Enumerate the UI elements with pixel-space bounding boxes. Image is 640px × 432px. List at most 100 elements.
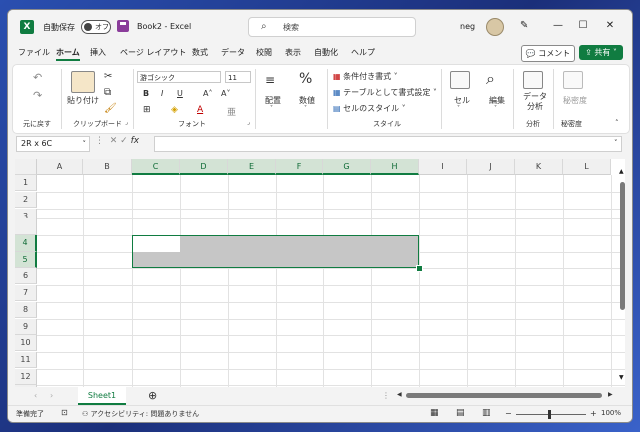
scroll-right-icon[interactable]: ▶	[608, 391, 613, 398]
conditional-format-button[interactable]: ▦ 条件付き書式 ˅	[333, 71, 398, 82]
next-sheet-icon[interactable]: ›	[50, 391, 53, 400]
percent-icon[interactable]: %	[299, 71, 312, 87]
format-painter-icon[interactable]: 🖌	[104, 103, 117, 114]
column-header-a[interactable]: A	[37, 159, 83, 175]
name-box[interactable]: 2R x 6C ˅	[16, 136, 90, 152]
row-header-7[interactable]: 7	[15, 285, 37, 301]
column-header-i[interactable]: I	[419, 159, 467, 175]
alignment-label[interactable]: 配置	[265, 95, 281, 106]
paste-icon[interactable]	[71, 71, 95, 93]
undo-icon[interactable]: ↶	[33, 71, 42, 84]
column-header-f[interactable]: F	[276, 159, 323, 175]
clipboard-launcher-icon[interactable]: ⌟	[125, 119, 128, 126]
page-layout-view-icon[interactable]: ▤	[456, 408, 465, 418]
select-all-corner[interactable]	[15, 159, 37, 175]
tab-view[interactable]: 表示	[285, 47, 301, 58]
vertical-scroll-thumb[interactable]	[620, 182, 625, 310]
tab-insert[interactable]: 挿入	[90, 47, 106, 58]
column-header-d[interactable]: D	[180, 159, 228, 175]
tab-automate[interactable]: 自動化	[314, 47, 338, 58]
shrink-font-button[interactable]: A˅	[221, 89, 230, 98]
bold-button[interactable]: B	[143, 89, 149, 98]
tab-formulas[interactable]: 数式	[192, 47, 208, 58]
scroll-up-icon[interactable]: ▲	[619, 168, 624, 175]
column-header-e[interactable]: E	[228, 159, 276, 175]
cells-icon[interactable]	[450, 71, 470, 89]
comment-button[interactable]: 💬 コメント	[521, 45, 575, 62]
avatar[interactable]	[486, 18, 504, 36]
border-icon[interactable]: ⊞	[143, 105, 151, 115]
chevron-down-icon[interactable]: ˅	[494, 105, 497, 112]
font-size-combo[interactable]: 11	[225, 71, 251, 83]
alignment-icon[interactable]: ≡	[265, 73, 275, 87]
macro-record-icon[interactable]: ⊡	[61, 408, 68, 417]
save-icon[interactable]	[117, 20, 129, 32]
chevron-down-icon[interactable]: ˅	[457, 105, 460, 112]
sensitivity-icon[interactable]	[563, 71, 583, 89]
minimize-button[interactable]: —	[548, 18, 568, 34]
worksheet-grid[interactable]: A B C D E F G H I J K L 1 2 3 4 5 6 7 8 …	[15, 159, 625, 387]
fx-icon[interactable]: fx	[131, 136, 140, 146]
row-header-1[interactable]: 1	[15, 175, 37, 191]
font-launcher-icon[interactable]: ⌟	[247, 119, 250, 126]
enter-icon[interactable]: ✓	[120, 136, 128, 146]
sensitivity-button-label[interactable]: 秘密度	[563, 95, 587, 106]
scroll-left-icon[interactable]: ◀	[397, 391, 402, 398]
row-header-5[interactable]: 5	[15, 252, 37, 268]
tab-page-layout[interactable]: ページ レイアウト	[120, 47, 186, 58]
row-header-12[interactable]: 12	[15, 369, 37, 385]
zoom-slider[interactable]	[516, 414, 586, 415]
number-label[interactable]: 数値	[299, 95, 315, 106]
paste-label[interactable]: 貼り付け	[67, 95, 99, 106]
fill-color-icon[interactable]: ◈	[171, 105, 178, 115]
scroll-down-icon[interactable]: ▼	[619, 374, 624, 381]
zoom-slider-knob[interactable]	[548, 410, 551, 419]
font-color-icon[interactable]: A	[197, 105, 203, 115]
column-header-l[interactable]: L	[563, 159, 611, 175]
row-header-2[interactable]: 2	[15, 192, 37, 208]
row-header-4[interactable]: 4	[15, 235, 37, 252]
autosave-toggle[interactable]: オフ	[81, 20, 111, 34]
format-table-button[interactable]: ▦ テーブルとして書式設定 ˅	[333, 87, 437, 98]
tab-home[interactable]: ホーム	[56, 47, 80, 61]
chevron-down-icon[interactable]: ˅	[83, 137, 87, 151]
phonetic-icon[interactable]: 亜	[227, 105, 236, 118]
zoom-level[interactable]: 100%	[601, 409, 621, 417]
vertical-scrollbar[interactable]: ▲ ▼	[619, 162, 627, 387]
row-header-8[interactable]: 8	[15, 302, 37, 318]
more-icon[interactable]: ⋮	[95, 136, 104, 146]
data-analysis-label[interactable]: データ 分析	[523, 92, 547, 112]
zoom-out-icon[interactable]: −	[505, 409, 512, 418]
expand-formula-icon[interactable]: ˅	[614, 139, 618, 147]
accessibility-status[interactable]: ⚇ アクセシビリティ: 問題ありません	[82, 409, 199, 419]
column-header-h[interactable]: H	[371, 159, 419, 175]
copy-icon[interactable]: ⧉	[104, 87, 111, 98]
collapse-ribbon-icon[interactable]: ˄	[615, 119, 619, 127]
column-header-j[interactable]: J	[467, 159, 515, 175]
underline-button[interactable]: U	[177, 89, 183, 98]
maximize-button[interactable]: ☐	[573, 18, 593, 34]
italic-button[interactable]: I	[161, 89, 163, 98]
tab-file[interactable]: ファイル	[18, 47, 50, 58]
page-break-view-icon[interactable]: ▥	[482, 408, 491, 418]
chevron-down-icon[interactable]: ˅	[304, 105, 307, 112]
tab-review[interactable]: 校閲	[256, 47, 272, 58]
fill-handle[interactable]	[416, 265, 423, 272]
grow-font-button[interactable]: A˄	[203, 89, 212, 98]
horizontal-scroll-thumb[interactable]	[406, 393, 602, 398]
column-header-k[interactable]: K	[515, 159, 563, 175]
zoom-in-icon[interactable]: +	[590, 409, 597, 418]
sheet-tab-sheet1[interactable]: Sheet1	[78, 387, 126, 405]
font-name-combo[interactable]: 游ゴシック	[137, 71, 221, 83]
redo-icon[interactable]: ↷	[33, 89, 42, 102]
search-icon[interactable]: ⌕	[486, 69, 495, 89]
formula-input[interactable]	[154, 136, 622, 152]
more-icon[interactable]: ⋮	[382, 391, 390, 400]
search-box[interactable]: ⌕ 検索	[248, 17, 416, 37]
row-header-9[interactable]: 9	[15, 319, 37, 335]
tab-help[interactable]: ヘルプ	[351, 47, 375, 58]
share-button[interactable]: ⇪ 共有 ˅	[579, 45, 623, 60]
tab-data[interactable]: データ	[221, 47, 245, 58]
column-header-c[interactable]: C	[132, 159, 180, 175]
cut-icon[interactable]: ✂	[104, 71, 112, 82]
